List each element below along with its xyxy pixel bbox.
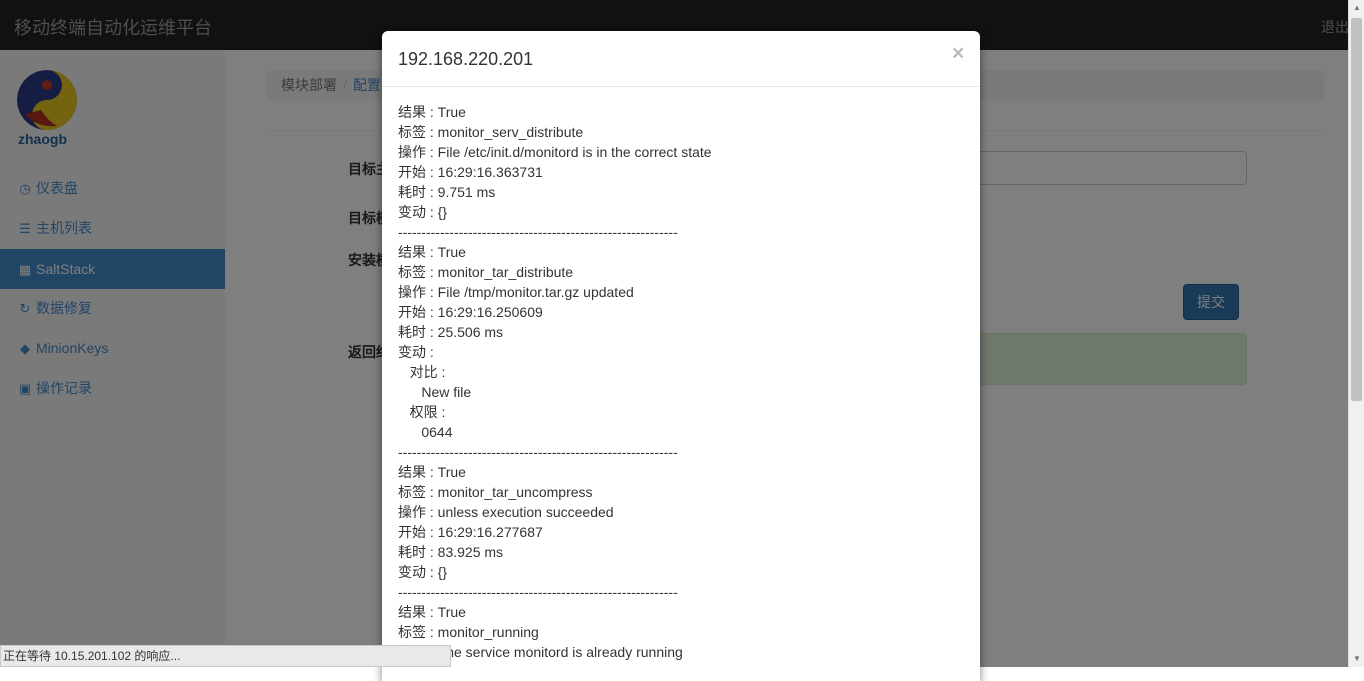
output-line: 耗时 : 25.506 ms [398,324,504,340]
output-line: 变动 : [398,344,434,360]
page-scrollbar[interactable]: ▲ ▼ [1348,0,1364,667]
output-line: 标签 : monitor_tar_uncompress [398,484,593,500]
output-line: ----------------------------------------… [398,584,678,600]
output-line: 开始 : 16:29:16.277687 [398,524,543,540]
output-line: ----------------------------------------… [398,224,678,240]
output-line: 开始 : 16:29:16.363731 [398,164,543,180]
output-line: 结果 : True [398,604,466,620]
output-line: 变动 : {} [398,204,448,220]
close-icon[interactable]: × [952,42,964,66]
output-line: 操作 : The service monitord is already run… [398,644,683,660]
result-modal: 192.168.220.201 × 结果 : True 标签 : monitor_… [382,31,980,681]
modal-header: 192.168.220.201 × [382,31,980,87]
output-line: 耗时 : 9.751 ms [398,184,496,200]
output-line: 耗时 : 83.925 ms [398,544,504,560]
scroll-up-icon[interactable]: ▲ [1349,0,1364,16]
browser-status-bar: 正在等待 10.15.201.102 的响应... [0,645,451,667]
output-line: 标签 : monitor_serv_distribute [398,124,584,140]
output-line: 权限 : [398,404,446,420]
output-line: ----------------------------------------… [398,444,678,460]
output-line: 对比 : [398,364,446,380]
output-line: New file [398,384,472,400]
output-line: 结果 : True [398,464,466,480]
modal-body: 结果 : True 标签 : monitor_serv_distribute 操作 … [398,102,964,662]
output-line: 标签 : monitor_running [398,624,539,640]
output-line: 操作 : File /tmp/monitor.tar.gz updated [398,284,634,300]
output-line: 开始 : 16:29:16.250609 [398,304,543,320]
scroll-thumb[interactable] [1351,18,1362,401]
modal-title: 192.168.220.201 [398,49,534,69]
scroll-down-icon[interactable]: ▼ [1349,651,1364,667]
output-line: 操作 : File /etc/init.d/monitord is in the… [398,144,712,160]
output-line: 标签 : monitor_tar_distribute [398,264,574,280]
output-line: 0644 [398,424,453,440]
output-line: 结果 : True [398,104,466,120]
output-line: 结果 : True [398,244,466,260]
output-line: 变动 : {} [398,564,448,580]
output-line: 操作 : unless execution succeeded [398,504,614,520]
